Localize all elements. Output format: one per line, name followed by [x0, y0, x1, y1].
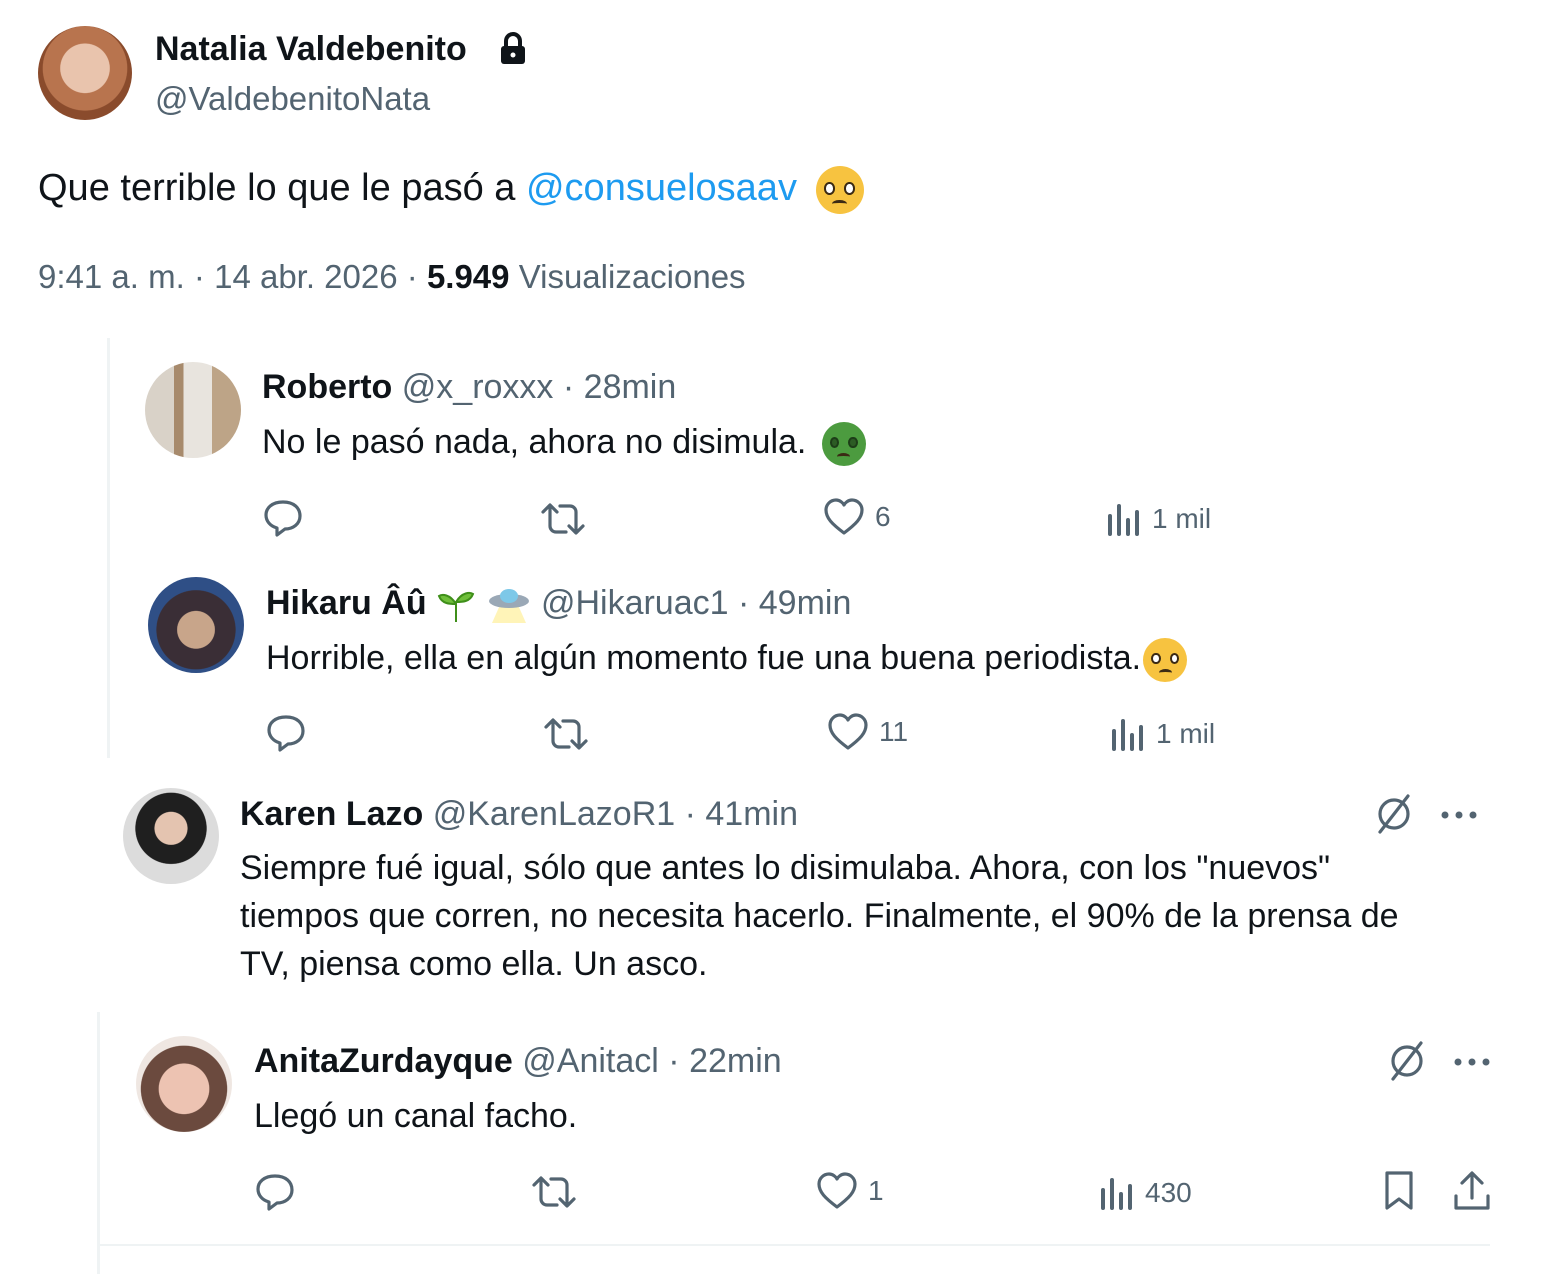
reply-4-time[interactable]: · 22min — [668, 1042, 781, 1080]
views-label: Visualizaciones — [518, 258, 746, 295]
grok-icon[interactable] — [1372, 792, 1416, 841]
reply-1-name[interactable]: Roberto — [262, 368, 392, 406]
post-text: Que terrible lo que le pasó a @consuelos… — [38, 164, 864, 214]
repost-icon — [544, 718, 588, 750]
heart-icon — [817, 1172, 857, 1209]
bookmark-button[interactable] — [1382, 1170, 1416, 1212]
views-icon — [1101, 1178, 1132, 1210]
reply-1-like-button[interactable]: 6 — [823, 498, 891, 536]
reply-3-name[interactable]: Karen Lazo — [240, 795, 423, 833]
reply-1-time[interactable]: · 28min — [563, 368, 676, 406]
meta-separator-1: · — [193, 258, 205, 295]
reply-2-views-count: 1 mil — [1156, 718, 1216, 749]
reply-4-repost-button[interactable] — [531, 1173, 577, 1211]
heart-icon — [828, 713, 868, 750]
repost-icon — [532, 1176, 576, 1208]
reply-2-reply-button[interactable] — [265, 713, 307, 753]
reply-4-name[interactable]: AnitaZurdayque — [254, 1042, 513, 1080]
reply-4-like-button[interactable]: 1 — [816, 1172, 884, 1210]
reply-icon — [264, 500, 302, 537]
reply-2-repost-button[interactable] — [543, 715, 589, 753]
pleading-face-emoji — [1143, 638, 1188, 683]
author-name[interactable]: Natalia Valdebenito — [155, 30, 467, 69]
reply-4-like-count: 1 — [868, 1175, 884, 1206]
reply-1-header: Roberto @x_roxxx · 28min — [262, 368, 676, 407]
thread-line-2 — [97, 1012, 100, 1274]
reply-2-time[interactable]: · 49min — [738, 584, 851, 622]
more-horizontal-icon[interactable] — [1440, 808, 1478, 826]
reply-1-handle[interactable]: @x_roxxx — [402, 368, 554, 406]
reply-1-views-button[interactable]: 1 mil — [1106, 502, 1211, 536]
reply-2-views-button[interactable]: 1 mil — [1110, 717, 1215, 751]
reply-2-like-button[interactable]: 11 — [827, 713, 908, 751]
avatar-natalia[interactable] — [38, 26, 132, 120]
reply-1-body: No le pasó nada, ahora no disimula. — [262, 423, 807, 461]
reply-1-like-count: 6 — [875, 501, 891, 532]
seedling-icon — [436, 588, 476, 623]
reply-4-header: AnitaZurdayque @Anitacl · 22min — [254, 1042, 782, 1081]
heart-icon — [824, 498, 864, 535]
reply-3-handle[interactable]: @KarenLazoR1 — [433, 795, 675, 833]
avatar-karen[interactable] — [123, 788, 219, 884]
reply-2-like-count: 11 — [879, 716, 909, 747]
reply-3-time[interactable]: · 41min — [685, 795, 798, 833]
post-time[interactable]: 9:41 a. m. — [38, 258, 185, 295]
reply-2-handle[interactable]: @Hikaruac1 — [541, 584, 729, 622]
reply-4-handle[interactable]: @Anitacl — [522, 1042, 659, 1080]
reply-2-body: Horrible, ella en algún momento fue una … — [266, 639, 1142, 677]
reply-2-text: Horrible, ella en algún momento fue una … — [266, 634, 1188, 683]
divider — [100, 1244, 1490, 1246]
reply-1-repost-button[interactable] — [540, 500, 586, 538]
reply-4-views-button[interactable]: 430 — [1099, 1176, 1192, 1210]
reply-3-line-2: tiempos que corren, no necesita hacerlo.… — [240, 897, 1399, 935]
nauseated-face-emoji — [821, 422, 866, 467]
grok-icon[interactable] — [1385, 1039, 1429, 1088]
reply-icon — [256, 1174, 294, 1211]
avatar-hikaru[interactable] — [148, 577, 244, 673]
post-text-body: Que terrible lo que le pasó a — [38, 167, 526, 209]
reply-1-reply-button[interactable] — [262, 498, 304, 538]
views-count: 5.949 — [426, 258, 510, 295]
reply-4-text: Llegó un canal facho. — [254, 1097, 578, 1135]
reply-3-header: Karen Lazo @KarenLazoR1 · 41min — [240, 795, 798, 834]
views-icon — [1112, 719, 1143, 751]
mention-link[interactable]: @consuelosaav — [526, 167, 797, 209]
repost-icon — [541, 503, 585, 535]
reply-2-header: Hikaru Âû @Hikaruac1 · 49min — [266, 584, 851, 625]
reply-icon — [267, 715, 305, 752]
reply-4-reply-button[interactable] — [254, 1172, 296, 1212]
avatar-anita[interactable] — [136, 1036, 232, 1132]
reply-4-views-count: 430 — [1145, 1177, 1192, 1208]
thread-line-1 — [107, 338, 110, 758]
reply-3-line-1: Siempre fué igual, sólo que antes lo dis… — [240, 849, 1331, 887]
post-date[interactable]: 14 abr. 2026 — [214, 258, 398, 295]
share-button[interactable] — [1452, 1170, 1492, 1212]
reply-2-name[interactable]: Hikaru Âû — [266, 584, 427, 622]
lock-icon — [498, 32, 528, 71]
reply-1-views-count: 1 mil — [1152, 503, 1212, 534]
reply-1-text: No le pasó nada, ahora no disimula. — [262, 418, 866, 467]
more-horizontal-icon[interactable] — [1453, 1055, 1491, 1073]
views-icon — [1108, 504, 1139, 536]
bookmark-icon — [1385, 1171, 1413, 1210]
reply-3-line-3: TV, piensa como ella. Un asco. — [240, 945, 708, 983]
meta-separator-2: · — [406, 258, 418, 295]
post-meta: 9:41 a. m. · 14 abr. 2026 · 5.949 Visual… — [38, 258, 746, 296]
ufo-icon — [486, 585, 532, 625]
author-handle[interactable]: @ValdebenitoNata — [155, 80, 430, 118]
reply-3-text: Siempre fué igual, sólo que antes lo dis… — [240, 844, 1399, 988]
avatar-roberto[interactable] — [145, 362, 241, 458]
pleading-face-emoji — [815, 165, 864, 214]
share-icon — [1454, 1171, 1490, 1210]
